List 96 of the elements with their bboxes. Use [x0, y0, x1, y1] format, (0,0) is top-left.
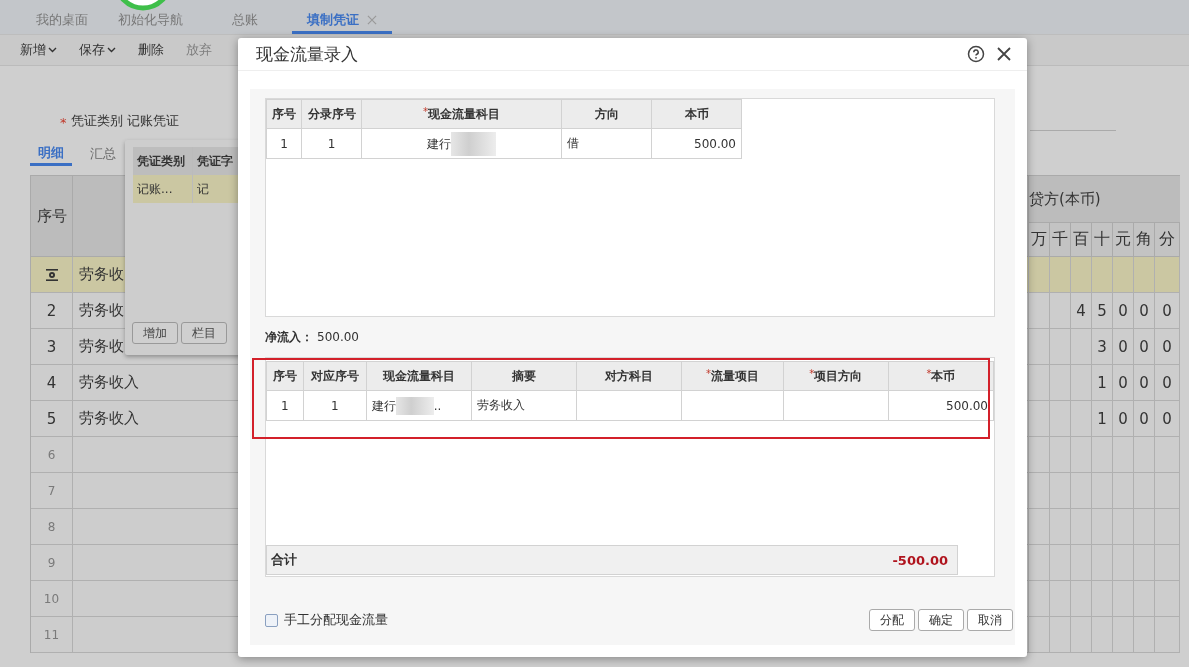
- row-number: 5: [46, 409, 57, 428]
- column-header: 本币: [684, 106, 709, 121]
- dialog-button[interactable]: 确定: [918, 609, 964, 631]
- table-cell: 1: [266, 390, 304, 421]
- required-mark: *: [60, 115, 67, 130]
- column-header: 序号: [272, 368, 297, 383]
- column-header: 序号: [31, 176, 73, 256]
- table-cell: 1: [301, 128, 362, 159]
- row-number: 8: [47, 519, 56, 534]
- table-cell: 1: [303, 390, 367, 421]
- caret-icon: [48, 47, 57, 53]
- digit-header: 千: [1050, 223, 1071, 256]
- digit-cell: 0: [1139, 301, 1149, 320]
- table-cell: 500.00: [888, 390, 994, 421]
- digit-cell: 0: [1118, 409, 1128, 428]
- checkbox-label: 手工分配现金流量: [284, 611, 388, 629]
- column-header: 对方科目: [604, 368, 653, 383]
- digit-cell: 0: [1162, 373, 1172, 392]
- digit-cell: 5: [1097, 301, 1107, 320]
- required-mark: *: [926, 367, 932, 379]
- digit-header: 角: [1134, 223, 1155, 256]
- detail-tab[interactable]: 汇总: [82, 142, 124, 166]
- row-number: 9: [47, 555, 56, 570]
- row-number: 11: [43, 627, 60, 642]
- column-header: 现金流量科目: [428, 106, 500, 121]
- digit-cell: 0: [1139, 409, 1149, 428]
- row-number: 3: [46, 337, 57, 356]
- digit-cell: 1: [1097, 373, 1107, 392]
- column-header: 凭证类别: [133, 147, 193, 175]
- table-cell: 500.00: [651, 128, 742, 159]
- digit-cell: 0: [1118, 373, 1128, 392]
- digit-cell: 1: [1097, 409, 1107, 428]
- row-number: 4: [46, 373, 57, 392]
- gear-icon[interactable]: [44, 267, 59, 282]
- toolbar-button[interactable]: 删除: [138, 41, 164, 59]
- digit-cell: 4: [1076, 301, 1086, 320]
- help-icon[interactable]: [967, 45, 985, 63]
- row-number: 7: [47, 483, 56, 498]
- caret-icon: [107, 47, 116, 53]
- dialog-button[interactable]: 取消: [967, 609, 1013, 631]
- popup-button[interactable]: 增加: [132, 322, 178, 344]
- total-value: -500.00: [892, 552, 948, 568]
- table-cell: 劳务收入: [471, 390, 577, 421]
- digit-header: 十: [1092, 223, 1113, 256]
- checkbox[interactable]: [265, 613, 278, 627]
- row-number: 10: [43, 591, 60, 606]
- column-header: 对应序号: [310, 368, 359, 383]
- dialog-button[interactable]: 分配: [869, 609, 915, 631]
- digit-header: 百: [1071, 223, 1092, 256]
- field-label: 凭证类别: [70, 112, 123, 130]
- digit-cell: 0: [1162, 301, 1172, 320]
- voucher-type-field[interactable]: 记账凭证: [126, 112, 179, 130]
- column-header: 流量项目: [710, 368, 759, 383]
- column-header: 分录序号: [307, 106, 356, 121]
- table-cell: 劳务收: [79, 337, 124, 356]
- table-cell: 建行: [371, 398, 396, 412]
- table-cell: 建行: [427, 136, 451, 150]
- net-inflow-label: 净流入：: [265, 328, 313, 346]
- column-header: 本币: [931, 368, 956, 383]
- redaction-block: [395, 396, 434, 415]
- digit-header: 元: [1113, 223, 1134, 256]
- required-mark: *: [809, 367, 815, 379]
- net-inflow-value: 500.00: [317, 330, 359, 344]
- digit-cell: 0: [1139, 373, 1149, 392]
- digit-header: 万: [1029, 223, 1050, 256]
- column-header: 项目方向: [814, 368, 863, 383]
- digit-cell: 0: [1162, 337, 1172, 356]
- table-cell: 劳务收入: [79, 409, 139, 428]
- digit-cell: 0: [1162, 409, 1172, 428]
- ellipsis: ..: [433, 398, 442, 412]
- required-mark: *: [423, 105, 428, 117]
- digit-cell: 0: [1118, 337, 1128, 356]
- row-number: 2: [46, 301, 57, 320]
- digit-cell: 3: [1097, 337, 1107, 356]
- table-cell: 劳务收入: [79, 373, 139, 392]
- required-mark: *: [705, 367, 711, 379]
- table-cell: 劳务收: [79, 265, 124, 284]
- column-header: 序号: [272, 106, 296, 121]
- table-cell: 借: [561, 128, 652, 159]
- digit-cell: 0: [1118, 301, 1128, 320]
- digit-header: 分: [1155, 223, 1180, 256]
- toolbar-button[interactable]: 保存: [79, 41, 116, 59]
- column-header: 方向: [594, 106, 619, 121]
- close-icon[interactable]: [995, 45, 1013, 63]
- table-cell: 劳务收: [79, 301, 124, 320]
- dialog-title: 现金流量录入: [256, 42, 358, 66]
- table-cell: 1: [266, 128, 302, 159]
- total-label: 合计: [271, 551, 297, 569]
- row-number: 6: [47, 447, 56, 462]
- column-header: 现金流量科目: [382, 368, 455, 383]
- digit-cell: 0: [1139, 337, 1149, 356]
- table-cell[interactable]: 记账...: [133, 175, 193, 203]
- toolbar-button[interactable]: 新增: [20, 41, 57, 59]
- redaction-block: [451, 131, 496, 156]
- column-header: 摘要: [511, 368, 536, 383]
- popup-button[interactable]: 栏目: [181, 322, 227, 344]
